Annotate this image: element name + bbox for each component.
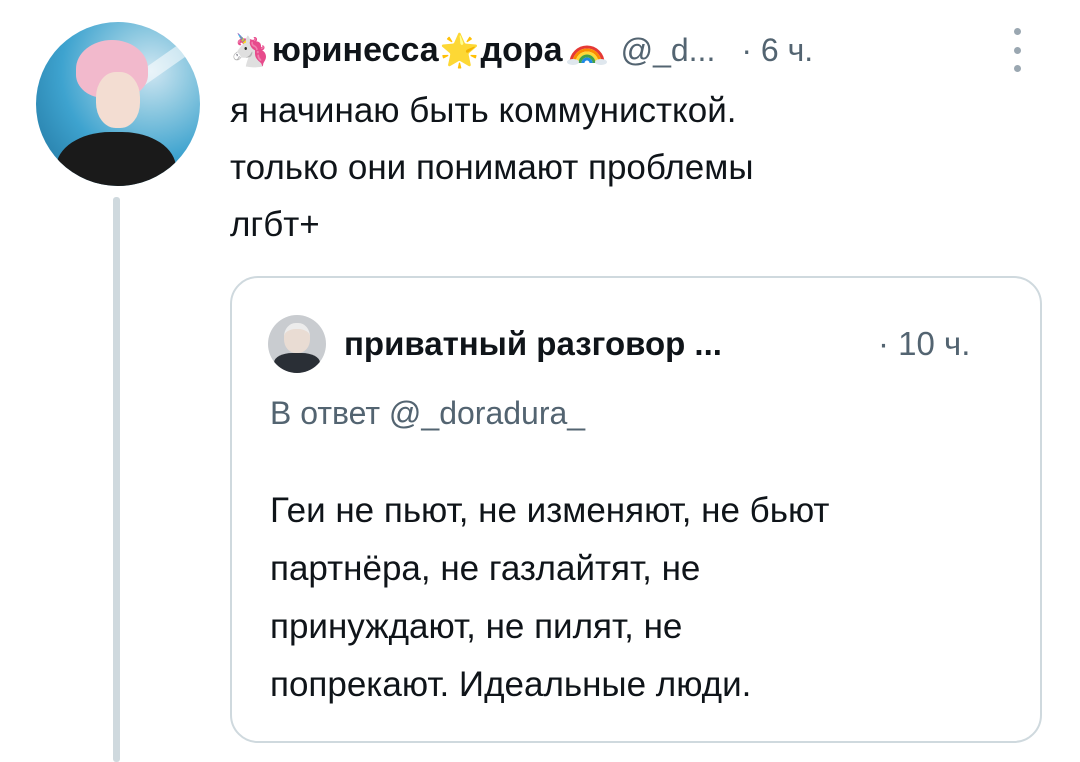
more-dot — [1013, 28, 1021, 35]
author-avatar[interactable] — [36, 22, 200, 186]
thread-line — [113, 197, 120, 762]
author-name-text-2: дора — [480, 30, 563, 69]
avatar-shirt — [56, 132, 176, 186]
more-dot — [1013, 65, 1021, 72]
author-name-text: юринесса — [271, 30, 439, 69]
quote-time: · 10 ч. — [878, 325, 971, 362]
tweet-text-line: лгбт+ — [230, 205, 320, 244]
quote-avatar-suit — [274, 353, 320, 373]
author-handle[interactable]: @_d... — [621, 32, 716, 69]
avatar-face — [96, 72, 140, 128]
tweet-header: 🦄 юринесса 🌟 дора @_d... · 6 ч. — [230, 25, 813, 75]
quote-text-line: принуждают, не пилят, не — [270, 607, 683, 646]
quote-author-name: приватный разговор ... — [344, 325, 722, 362]
tweet-time[interactable]: · 6 ч. — [741, 32, 813, 69]
quote-text-line: Геи не пьют, не изменяют, не бьют — [270, 491, 830, 530]
quote-author-avatar — [268, 315, 326, 373]
more-vertical-icon[interactable] — [1012, 28, 1022, 72]
tweet-text: я начинаю быть коммунисткой. только они … — [230, 82, 990, 253]
author-name[interactable]: 🦄 юринесса 🌟 дора — [230, 31, 607, 70]
star-icon: 🌟 — [439, 32, 480, 68]
quote-text: Геи не пьют, не изменяют, не бьют партнё… — [270, 482, 1030, 714]
quote-reply-to: В ответ @_doradura_ — [270, 395, 586, 431]
more-dot — [1013, 46, 1021, 54]
quote-text-line: попрекают. Идеальные люди. — [270, 665, 752, 704]
quote-avatar-head — [284, 323, 310, 353]
unicorn-icon: 🦄 — [230, 32, 270, 68]
quoted-tweet[interactable]: приватный разговор ... · 10 ч. В ответ @… — [230, 276, 1042, 743]
tweet-text-line: только они понимают проблемы — [230, 148, 754, 187]
tweet-text-line: я начинаю быть коммунисткой. — [230, 91, 737, 130]
quote-text-line: партнёра, не газлайтят, не — [270, 549, 701, 588]
rainbow-icon — [566, 45, 607, 65]
